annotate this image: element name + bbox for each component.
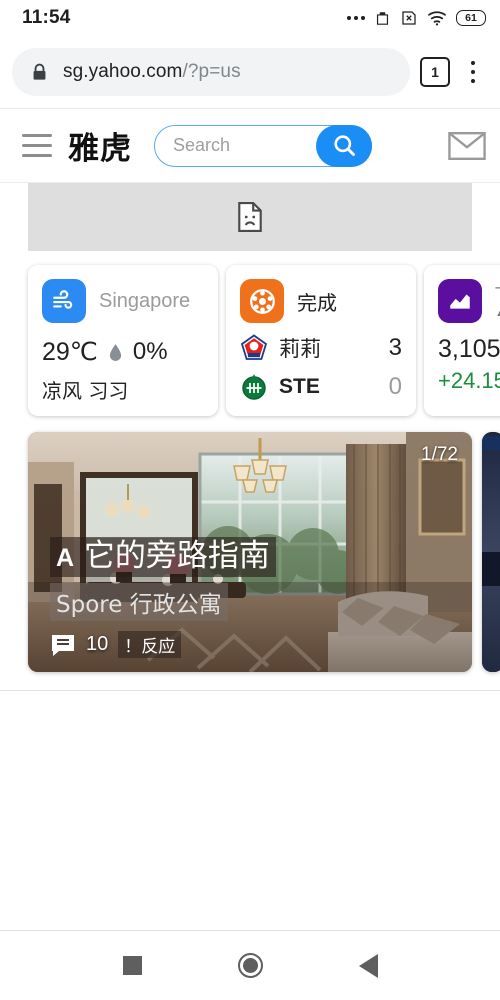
- lock-icon: [33, 63, 46, 80]
- article-subtitle: Spore 行政公寓: [50, 583, 228, 621]
- search-icon: [333, 135, 355, 156]
- triangle-back-icon[interactable]: [358, 953, 378, 978]
- android-nav-bar: [0, 930, 500, 1000]
- article-card[interactable]: 1/72 A 它的旁路指南 Spore 行政公寓 10 ！反应: [28, 432, 472, 672]
- article-carousel[interactable]: 1/72 A 它的旁路指南 Spore 行政公寓 10 ！反应: [0, 416, 500, 672]
- sports-card-header: 完成: [240, 279, 402, 323]
- reaction-label: ！反应: [118, 631, 182, 658]
- status-bar: 11:54 61: [0, 0, 500, 36]
- article-overlay: A 它的旁路指南 Spore 行政公寓 10 ！反应: [50, 537, 276, 658]
- line-chart-icon: [438, 279, 482, 323]
- weather-card-header: Singapore: [42, 279, 204, 323]
- finance-name-block: Ti ▲: [495, 284, 500, 319]
- url-domain: sg.yahoo.com: [63, 61, 183, 82]
- mail-icon[interactable]: [448, 131, 486, 161]
- article-photo-next: [482, 432, 500, 672]
- finance-trend-icon: ▲: [495, 307, 500, 319]
- temperature-value: 29℃: [42, 338, 98, 366]
- asse-badge-icon: [242, 374, 266, 400]
- yahoo-logo[interactable]: 雅虎: [68, 123, 132, 168]
- comment-icon: [52, 634, 74, 656]
- finance-card-header: Ti ▲: [438, 279, 500, 323]
- sim-missing-icon: [402, 11, 416, 25]
- sports-card[interactable]: 完成 莉莉 3 STE 0: [226, 265, 416, 416]
- team-name: 莉莉: [279, 337, 321, 361]
- work-profile-icon: [376, 11, 389, 25]
- article-title-prefix: A: [56, 544, 75, 573]
- status-time: 11:54: [22, 7, 71, 28]
- comment-count: 10: [86, 633, 109, 655]
- water-drop-icon: [109, 343, 122, 361]
- weather-city: Singapore: [99, 289, 191, 312]
- phone-screen: 11:54 61 sg.yahoo.com/?p=us 1 雅虎 Search …: [0, 0, 500, 1000]
- weather-condition: 凉风 习习: [42, 379, 129, 403]
- url-path: /?p=us: [182, 61, 241, 82]
- weather-card[interactable]: Singapore 29℃ 0% 凉风 习习: [28, 265, 218, 416]
- hamburger-icon[interactable]: [22, 133, 52, 158]
- sports-status: 完成: [297, 290, 337, 315]
- finance-index-name: Ti: [495, 284, 500, 307]
- browser-toolbar: sg.yahoo.com/?p=us 1: [0, 36, 500, 108]
- search-input[interactable]: [155, 135, 316, 156]
- sports-team-row: STE 0: [240, 373, 402, 401]
- feed-divider: [0, 690, 500, 691]
- article-card-next[interactable]: [482, 432, 500, 672]
- square-recents-icon[interactable]: [122, 956, 142, 975]
- finance-quote: 3,105.9: [438, 335, 500, 363]
- sports-team-row: 莉莉 3: [240, 333, 402, 363]
- address-bar[interactable]: sg.yahoo.com/?p=us: [12, 48, 410, 96]
- team-name: STE: [279, 375, 320, 398]
- battery-indicator: 61: [456, 10, 486, 26]
- more-dots-icon: [347, 16, 365, 20]
- search-button[interactable]: [316, 124, 372, 167]
- article-title-text: 它的旁路指南: [83, 538, 270, 575]
- wifi-icon: [428, 11, 446, 26]
- url-text: sg.yahoo.com/?p=us: [63, 61, 241, 83]
- search-box[interactable]: [154, 124, 372, 167]
- circle-home-icon[interactable]: [237, 953, 263, 978]
- tab-switcher-button[interactable]: 1: [420, 57, 450, 87]
- yahoo-site-header: 雅虎: [0, 109, 500, 183]
- status-icons: 61: [347, 9, 486, 27]
- page-viewport: 雅虎 Search Singapore 29℃ 0% 凉风 习习 完成 莉莉 3…: [0, 108, 500, 930]
- losc-badge-icon: [240, 334, 268, 360]
- article-title: A 它的旁路指南: [50, 537, 276, 577]
- wind-icon: [42, 279, 86, 323]
- photo-counter: 1/72: [421, 444, 458, 465]
- widget-carousel[interactable]: Singapore 29℃ 0% 凉风 习习 完成 莉莉 3 STE 0 3,1…: [0, 251, 500, 416]
- team-score: 3: [388, 334, 402, 361]
- weather-readings: 29℃ 0%: [42, 337, 204, 367]
- broken-image-icon: [238, 202, 262, 232]
- ad-placeholder-banner: [28, 183, 472, 251]
- finance-card[interactable]: Ti ▲ 3,105.9 +24.15 (: [424, 265, 500, 416]
- article-meta[interactable]: 10 ！反应: [50, 631, 276, 658]
- team-score: 0: [388, 373, 402, 400]
- kebab-menu-icon[interactable]: [460, 60, 486, 84]
- soccer-ball-icon: [240, 279, 284, 323]
- finance-change: +24.15 (: [438, 368, 500, 393]
- precipitation-value: 0%: [132, 338, 168, 365]
